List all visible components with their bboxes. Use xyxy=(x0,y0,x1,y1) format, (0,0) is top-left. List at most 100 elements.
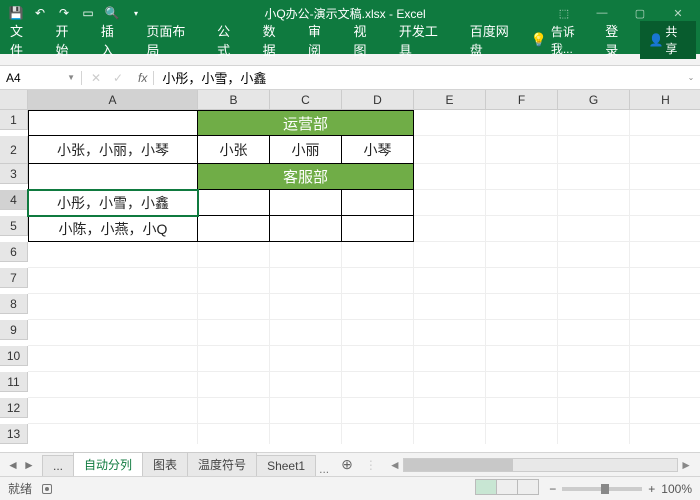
cell-c5[interactable] xyxy=(270,216,342,242)
cell-c2[interactable]: 小丽 xyxy=(270,136,342,164)
cell-g10[interactable] xyxy=(558,346,630,372)
cell-f5[interactable] xyxy=(486,216,558,242)
col-header-h[interactable]: H xyxy=(630,90,700,110)
cell-b3-d3-merged[interactable]: 客服部 xyxy=(198,164,414,190)
sheet-tab-more[interactable]: ... xyxy=(315,462,333,476)
spreadsheet-grid[interactable]: A B C D E F G H 1 运营部 2 小张，小丽，小琴 小张 小丽 小… xyxy=(0,90,700,444)
cell-g8[interactable] xyxy=(558,294,630,320)
tab-view[interactable]: 视图 xyxy=(343,26,388,54)
sheet-nav-prev-icon[interactable]: ◄ xyxy=(6,458,20,472)
cell-a10[interactable] xyxy=(28,346,198,372)
cell-f11[interactable] xyxy=(486,372,558,398)
cancel-icon[interactable]: ✕ xyxy=(86,71,106,85)
customize-qat-icon[interactable]: ▾ xyxy=(128,5,144,21)
fx-icon[interactable]: fx xyxy=(132,71,154,85)
horizontal-scrollbar[interactable]: ◄ ► xyxy=(381,458,700,472)
cell-b5[interactable] xyxy=(198,216,270,242)
select-all-corner[interactable] xyxy=(0,90,28,110)
tab-home[interactable]: 开始 xyxy=(45,26,90,54)
cell-f8[interactable] xyxy=(486,294,558,320)
row-header-1[interactable]: 1 xyxy=(0,110,28,130)
row-header-5[interactable]: 5 xyxy=(0,216,28,236)
cell-f7[interactable] xyxy=(486,268,558,294)
tab-insert[interactable]: 插入 xyxy=(91,26,136,54)
cell-g6[interactable] xyxy=(558,242,630,268)
cell-b11[interactable] xyxy=(198,372,270,398)
tab-developer[interactable]: 开发工具 xyxy=(389,26,460,54)
row-header-7[interactable]: 7 xyxy=(0,268,28,288)
cell-c6[interactable] xyxy=(270,242,342,268)
enter-icon[interactable]: ✓ xyxy=(108,71,128,85)
sheet-nav-next-icon[interactable]: ► xyxy=(22,458,36,472)
tab-data[interactable]: 数据 xyxy=(253,26,298,54)
cell-b13[interactable] xyxy=(198,424,270,444)
row-header-2[interactable]: 2 xyxy=(0,136,28,164)
cell-h8[interactable] xyxy=(630,294,700,320)
cell-f10[interactable] xyxy=(486,346,558,372)
tab-formulas[interactable]: 公式 xyxy=(207,26,252,54)
cell-g7[interactable] xyxy=(558,268,630,294)
save-icon[interactable]: 💾 xyxy=(8,5,24,21)
redo-icon[interactable]: ↷ xyxy=(56,5,72,21)
new-icon[interactable]: ▭ xyxy=(80,5,96,21)
expand-formula-icon[interactable]: ⌄ xyxy=(682,73,700,82)
row-header-6[interactable]: 6 xyxy=(0,242,28,262)
cell-h11[interactable] xyxy=(630,372,700,398)
cell-g13[interactable] xyxy=(558,424,630,444)
zoom-slider[interactable] xyxy=(562,487,642,491)
tab-review[interactable]: 审阅 xyxy=(298,26,343,54)
cell-d4[interactable] xyxy=(342,190,414,216)
cell-e10[interactable] xyxy=(414,346,486,372)
macro-record-icon[interactable] xyxy=(42,484,52,494)
cell-h9[interactable] xyxy=(630,320,700,346)
login-link[interactable]: 登录 xyxy=(599,21,636,59)
row-header-11[interactable]: 11 xyxy=(0,372,28,392)
undo-icon[interactable]: ↶ xyxy=(32,5,48,21)
maximize-icon[interactable]: ▢ xyxy=(622,3,658,23)
close-icon[interactable]: ✕ xyxy=(660,3,696,23)
cell-h4[interactable] xyxy=(630,190,700,216)
cell-c7[interactable] xyxy=(270,268,342,294)
cell-g5[interactable] xyxy=(558,216,630,242)
cell-h5[interactable] xyxy=(630,216,700,242)
tab-file[interactable]: 文件 xyxy=(0,26,45,54)
cell-g4[interactable] xyxy=(558,190,630,216)
row-header-13[interactable]: 13 xyxy=(0,424,28,444)
cell-e8[interactable] xyxy=(414,294,486,320)
cell-d9[interactable] xyxy=(342,320,414,346)
cell-d8[interactable] xyxy=(342,294,414,320)
cell-g3[interactable] xyxy=(558,164,630,190)
cell-c4[interactable] xyxy=(270,190,342,216)
row-header-9[interactable]: 9 xyxy=(0,320,28,340)
cell-e6[interactable] xyxy=(414,242,486,268)
new-sheet-icon[interactable]: ⊕ xyxy=(333,456,361,473)
cell-g11[interactable] xyxy=(558,372,630,398)
zoom-out-icon[interactable]: − xyxy=(549,482,556,496)
cell-h6[interactable] xyxy=(630,242,700,268)
cell-e9[interactable] xyxy=(414,320,486,346)
cell-g9[interactable] xyxy=(558,320,630,346)
cell-h12[interactable] xyxy=(630,398,700,424)
cell-a9[interactable] xyxy=(28,320,198,346)
cell-a11[interactable] xyxy=(28,372,198,398)
ribbon-options-icon[interactable]: ⬚ xyxy=(546,3,582,23)
cell-b1-d1-merged[interactable]: 运营部 xyxy=(198,110,414,136)
cell-h1[interactable] xyxy=(630,110,700,136)
sheet-tab-overflow[interactable]: ... xyxy=(42,455,74,476)
sheet-tab-temperature[interactable]: 温度符号 xyxy=(187,452,257,476)
cell-b6[interactable] xyxy=(198,242,270,268)
cell-e2[interactable] xyxy=(414,136,486,164)
zoom-level[interactable]: 100% xyxy=(661,482,692,496)
cell-g1[interactable] xyxy=(558,110,630,136)
cell-e12[interactable] xyxy=(414,398,486,424)
row-header-12[interactable]: 12 xyxy=(0,398,28,418)
minimize-icon[interactable]: — xyxy=(584,3,620,23)
cell-c9[interactable] xyxy=(270,320,342,346)
cell-f1[interactable] xyxy=(486,110,558,136)
cell-f12[interactable] xyxy=(486,398,558,424)
row-header-8[interactable]: 8 xyxy=(0,294,28,314)
cell-b4[interactable] xyxy=(198,190,270,216)
cell-a13[interactable] xyxy=(28,424,198,444)
cell-a6[interactable] xyxy=(28,242,198,268)
row-header-10[interactable]: 10 xyxy=(0,346,28,366)
